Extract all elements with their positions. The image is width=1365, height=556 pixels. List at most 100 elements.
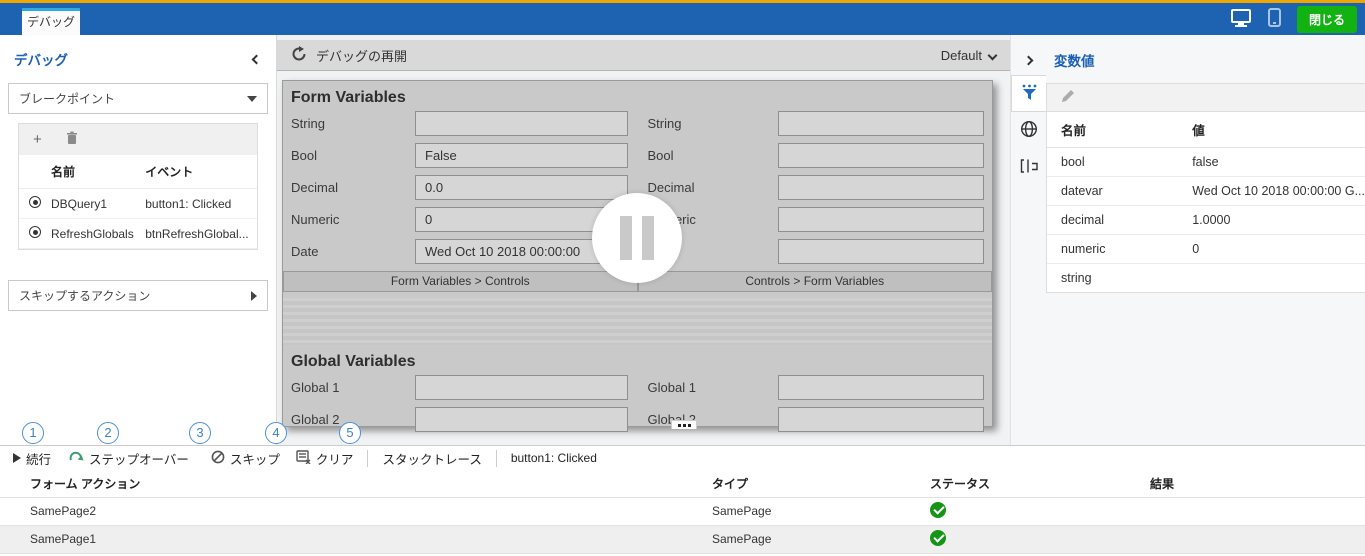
- top-bar: デバッグ 閉じる: [0, 0, 1365, 35]
- debugger-window: デバッグ 閉じる デバッグ ブレークポイント +: [0, 0, 1365, 556]
- trace-type: SamePage: [712, 497, 930, 525]
- trace-col-result: 結果: [1150, 470, 1365, 497]
- tab-local-variables[interactable]: [1011, 149, 1046, 186]
- trace-row[interactable]: SamePage1 SamePage: [0, 525, 1365, 553]
- variables-col-name: 名前: [1047, 112, 1178, 148]
- chevron-down-icon: [988, 50, 998, 60]
- collapse-left-icon[interactable]: [252, 54, 262, 64]
- field-label: Global 1: [283, 380, 415, 395]
- global1-field-left[interactable]: [415, 375, 628, 400]
- variable-value: 0: [1178, 235, 1365, 264]
- breakpoints-card: + 名前 イベント DBQuery1 button1: Clicked: [18, 123, 258, 250]
- form-to-controls-button[interactable]: Form Variables > Controls: [283, 271, 638, 292]
- field-label: Bool: [638, 148, 778, 163]
- breakpoint-event: button1: Clicked: [141, 189, 257, 219]
- action-trace-table: フォーム アクション タイプ ステータス 結果 SamePage2 SamePa…: [0, 470, 1365, 554]
- tab-debug[interactable]: デバッグ: [22, 8, 80, 35]
- callout-4: 4: [265, 422, 287, 444]
- debug-sidebar: デバッグ ブレークポイント + 名前 イベント: [0, 35, 277, 445]
- field-label: Global 2: [638, 412, 778, 427]
- breakpoint-row[interactable]: RefreshGlobals btnRefreshGlobal...: [19, 219, 257, 249]
- trace-action: SamePage1: [0, 525, 712, 553]
- field-label: Decimal: [638, 180, 778, 195]
- restart-debug-icon[interactable]: [291, 46, 307, 65]
- restart-debug-label[interactable]: デバッグの再開: [316, 46, 407, 65]
- field-label: Decimal: [283, 180, 415, 195]
- paused-indicator: [592, 193, 682, 283]
- trace-row[interactable]: SamePage2 SamePage: [0, 497, 1365, 525]
- section-collapsed-icon: [251, 291, 257, 301]
- breakpoint-enabled-radio[interactable]: [29, 226, 41, 238]
- toolbar-separator: [496, 450, 497, 467]
- success-check-icon: [930, 502, 946, 518]
- callout-2: 2: [97, 422, 119, 444]
- clear-icon: [296, 450, 311, 467]
- date-field-right[interactable]: [778, 239, 985, 264]
- trace-col-type: タイプ: [712, 470, 930, 497]
- decimal-field-left[interactable]: [415, 175, 628, 200]
- controls-to-form-button[interactable]: Controls > Form Variables: [638, 271, 993, 292]
- global2-field-right[interactable]: [778, 407, 985, 432]
- filter-icon: [1021, 84, 1038, 104]
- bool-field-left[interactable]: [415, 143, 628, 168]
- global2-field-left[interactable]: [415, 407, 628, 432]
- variable-value: 1.0000: [1178, 206, 1365, 235]
- variables-table: 名前 値 bool false datevar Wed Oct 10 2018 …: [1047, 112, 1365, 292]
- breakpoints-col-event: イベント: [141, 155, 257, 189]
- callout-3: 3: [189, 422, 211, 444]
- decimal-field-right[interactable]: [778, 175, 985, 200]
- skip-actions-section-header[interactable]: スキップするアクション: [8, 280, 268, 311]
- topbar-actions: 閉じる: [1230, 3, 1357, 35]
- tab-filter-variables[interactable]: [1011, 75, 1046, 112]
- breakpoints-section-header[interactable]: ブレークポイント: [8, 83, 268, 114]
- mobile-view-icon[interactable]: [1268, 8, 1281, 30]
- variables-panel-header: 変数値: [1011, 35, 1365, 80]
- clear-button[interactable]: クリア: [296, 449, 354, 468]
- variables-panel-title: 変数値: [1054, 50, 1095, 70]
- field-label: Date: [283, 244, 415, 259]
- stack-trace-button[interactable]: スタックトレース: [382, 449, 481, 468]
- variable-row[interactable]: bool false: [1047, 148, 1365, 177]
- variable-value: false: [1178, 148, 1365, 177]
- tab-global-variables[interactable]: [1011, 112, 1046, 149]
- global1-field-right[interactable]: [778, 375, 985, 400]
- callout-5: 5: [339, 422, 361, 444]
- trace-col-status: ステータス: [930, 470, 1150, 497]
- collapse-right-icon[interactable]: [1024, 55, 1034, 65]
- close-button[interactable]: 閉じる: [1297, 6, 1357, 33]
- string-field-left[interactable]: [415, 111, 628, 136]
- field-label: Numeric: [283, 212, 415, 227]
- breakpoint-event: btnRefreshGlobal...: [141, 219, 257, 249]
- desktop-view-icon[interactable]: [1230, 9, 1252, 30]
- panel-resize-handle[interactable]: [671, 420, 697, 429]
- delete-breakpoint-icon[interactable]: [66, 131, 78, 148]
- success-check-icon: [930, 530, 946, 546]
- numeric-field-right[interactable]: [778, 207, 985, 232]
- variables-col-value: 値: [1178, 112, 1365, 148]
- breakpoint-enabled-radio[interactable]: [29, 196, 41, 208]
- breakpoints-table: 名前 イベント DBQuery1 button1: Clicked Refres…: [19, 155, 257, 249]
- field-label: String: [638, 116, 778, 131]
- variable-row[interactable]: numeric 0: [1047, 235, 1365, 264]
- profile-dropdown-value: Default: [941, 48, 982, 63]
- bool-field-right[interactable]: [778, 143, 985, 168]
- trace-type: SamePage: [712, 525, 930, 553]
- variable-name: datevar: [1047, 177, 1178, 206]
- edit-variable-icon[interactable]: [1061, 89, 1075, 106]
- global-variables-title: Global Variables: [283, 353, 992, 375]
- breakpoint-row[interactable]: DBQuery1 button1: Clicked: [19, 189, 257, 219]
- continue-button[interactable]: 続行: [13, 449, 51, 468]
- variable-row[interactable]: decimal 1.0000: [1047, 206, 1365, 235]
- breakpoint-name: DBQuery1: [47, 189, 141, 219]
- variable-brackets-icon: [1020, 159, 1038, 176]
- variable-name: numeric: [1047, 235, 1178, 264]
- sidebar-header: デバッグ: [0, 35, 276, 79]
- skip-button[interactable]: スキップ: [211, 449, 280, 468]
- variable-name: decimal: [1047, 206, 1178, 235]
- variable-row[interactable]: string: [1047, 264, 1365, 293]
- profile-dropdown[interactable]: Default: [941, 48, 996, 63]
- string-field-right[interactable]: [778, 111, 985, 136]
- variable-row[interactable]: datevar Wed Oct 10 2018 00:00:00 G...: [1047, 177, 1365, 206]
- add-breakpoint-icon[interactable]: +: [33, 132, 42, 147]
- step-over-button[interactable]: ステップオーバー: [69, 449, 189, 468]
